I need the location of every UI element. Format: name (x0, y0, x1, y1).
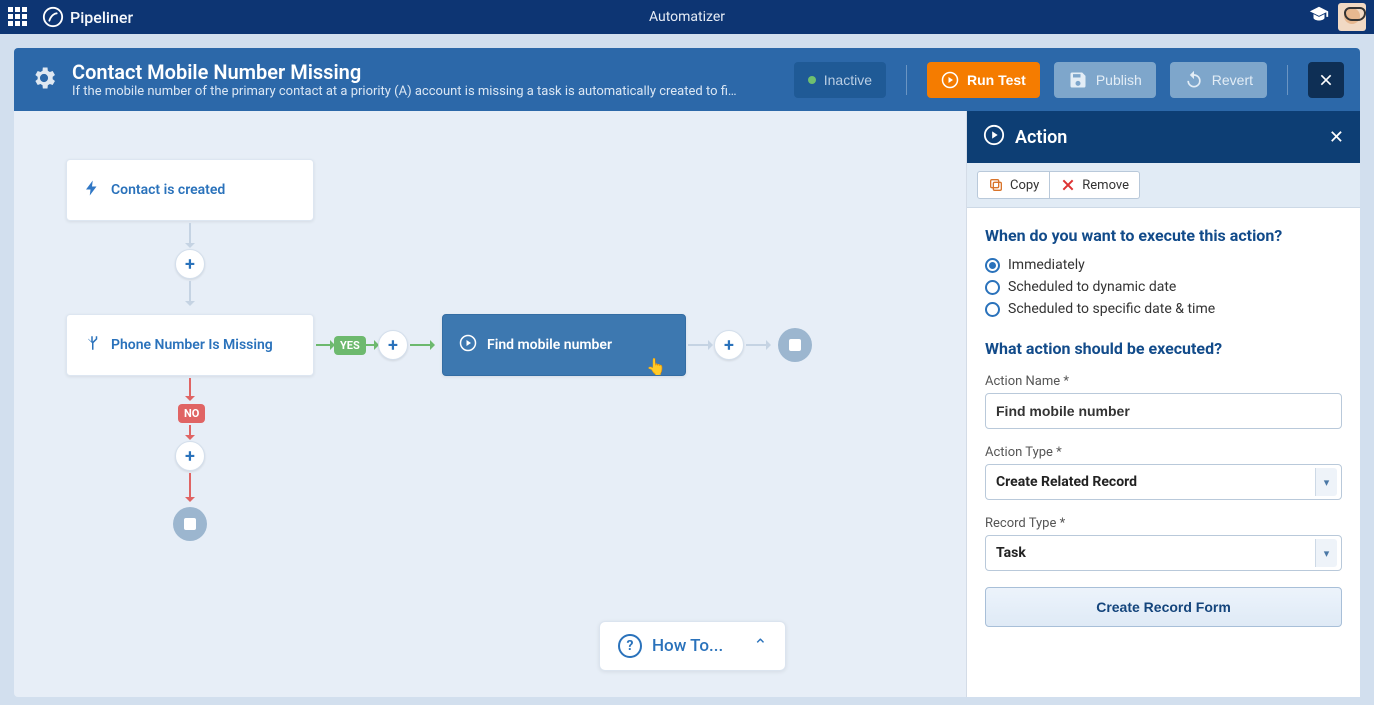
radio-specific-date[interactable]: Scheduled to specific date & time (985, 301, 1342, 317)
publish-button: Publish (1054, 62, 1156, 98)
question-icon: ? (618, 634, 642, 658)
connector (189, 281, 191, 305)
add-step-after-action-button[interactable]: + (714, 330, 744, 360)
add-step-no-button[interactable]: + (175, 441, 205, 471)
panel-title: Action (1015, 127, 1067, 148)
howto-panel[interactable]: ? How To... ⌃ (599, 621, 786, 671)
connector-yes (364, 344, 378, 346)
copy-icon (988, 177, 1004, 193)
remove-label: Remove (1082, 178, 1129, 193)
brand: Pipeliner (42, 6, 133, 28)
panel-header: Action ✕ (967, 111, 1360, 163)
create-record-form-button[interactable]: Create Record Form (985, 587, 1342, 627)
chevron-down-icon: ▾ (1315, 468, 1337, 496)
radio-dynamic-label: Scheduled to dynamic date (1008, 279, 1176, 295)
record-type-select[interactable]: Task ▾ (985, 535, 1342, 571)
record-type-label: Record Type * (985, 516, 1342, 531)
save-icon (1068, 70, 1088, 90)
process-header: Contact Mobile Number Missing If the mob… (14, 48, 1360, 111)
branch-icon (83, 334, 101, 356)
run-test-button[interactable]: Run Test (927, 62, 1040, 98)
revert-label: Revert (1212, 72, 1253, 88)
connector-no (189, 473, 191, 501)
close-panel-button[interactable]: ✕ (1329, 127, 1344, 148)
panel-body: When do you want to execute this action?… (967, 208, 1360, 697)
radio-off-icon (985, 302, 1000, 317)
copy-button[interactable]: Copy (977, 171, 1050, 199)
play-circle-icon (941, 71, 959, 89)
publish-label: Publish (1096, 72, 1142, 88)
record-type-value: Task (996, 545, 1026, 561)
trigger-node[interactable]: Contact is created (66, 159, 314, 221)
connector (688, 344, 712, 346)
brand-label: Pipeliner (70, 8, 133, 27)
action-name-input[interactable] (985, 393, 1342, 429)
process-description: If the mobile number of the primary cont… (72, 84, 737, 99)
chevron-down-icon: ▾ (1315, 539, 1337, 567)
status-dot-icon (808, 76, 816, 84)
run-test-label: Run Test (967, 72, 1026, 88)
trigger-label: Contact is created (111, 182, 225, 198)
play-circle-icon (983, 124, 1005, 150)
revert-button: Revert (1170, 62, 1267, 98)
condition-label: Phone Number Is Missing (111, 337, 273, 353)
radio-on-icon (985, 258, 1000, 273)
panel-toolbar: Copy Remove (967, 163, 1360, 208)
end-node[interactable] (778, 328, 812, 362)
add-step-yes-button[interactable]: + (378, 330, 408, 360)
action-type-label: Action Type * (985, 445, 1342, 460)
radio-dynamic-date[interactable]: Scheduled to dynamic date (985, 279, 1342, 295)
end-node[interactable] (173, 507, 207, 541)
no-badge: NO (178, 404, 205, 423)
flow-canvas[interactable]: Contact is created + Phone Number Is Mis… (14, 111, 966, 697)
question-execute: When do you want to execute this action? (985, 226, 1342, 245)
howto-label: How To... (652, 636, 723, 656)
yes-badge: YES (334, 336, 366, 355)
play-circle-icon (459, 334, 477, 356)
chevron-up-icon: ⌃ (753, 636, 767, 656)
pipeliner-logo-icon (42, 6, 64, 28)
apps-grid-icon[interactable] (8, 7, 28, 27)
connector (746, 344, 770, 346)
question-action: What action should be executed? (985, 339, 1342, 358)
status-label: Inactive (824, 72, 872, 88)
add-step-button[interactable]: + (175, 249, 205, 279)
connector-no (189, 378, 191, 400)
status-inactive-button: Inactive (794, 62, 886, 98)
remove-icon (1060, 177, 1076, 193)
radio-immediately[interactable]: Immediately (985, 257, 1342, 273)
connector-yes (410, 344, 434, 346)
lightning-icon (83, 179, 101, 201)
revert-icon (1184, 70, 1204, 90)
action-panel: Action ✕ Copy Remove When do you want to… (966, 111, 1360, 697)
connector-yes (316, 344, 334, 346)
user-avatar[interactable] (1338, 3, 1366, 31)
workspace: Contact is created + Phone Number Is Mis… (14, 111, 1360, 697)
condition-node[interactable]: Phone Number Is Missing (66, 314, 314, 376)
action-type-select[interactable]: Create Related Record ▾ (985, 464, 1342, 500)
radio-specific-label: Scheduled to specific date & time (1008, 301, 1215, 317)
remove-button[interactable]: Remove (1050, 171, 1140, 199)
connector (189, 223, 191, 247)
close-icon (1318, 72, 1334, 88)
page-title: Automatizer (649, 9, 725, 25)
separator (1287, 65, 1288, 95)
action-type-value: Create Related Record (996, 474, 1137, 490)
separator (906, 65, 907, 95)
radio-off-icon (985, 280, 1000, 295)
close-button[interactable] (1308, 62, 1344, 98)
copy-label: Copy (1010, 178, 1039, 193)
connector-no (189, 425, 191, 439)
action-label: Find mobile number (487, 337, 612, 353)
academy-icon[interactable] (1308, 4, 1330, 30)
radio-immediately-label: Immediately (1008, 257, 1085, 273)
action-name-label: Action Name * (985, 374, 1342, 389)
gear-icon (30, 64, 58, 96)
action-node[interactable]: Find mobile number (442, 314, 686, 376)
menubar: Pipeliner Automatizer (0, 0, 1374, 34)
process-title: Contact Mobile Number Missing (72, 60, 737, 84)
